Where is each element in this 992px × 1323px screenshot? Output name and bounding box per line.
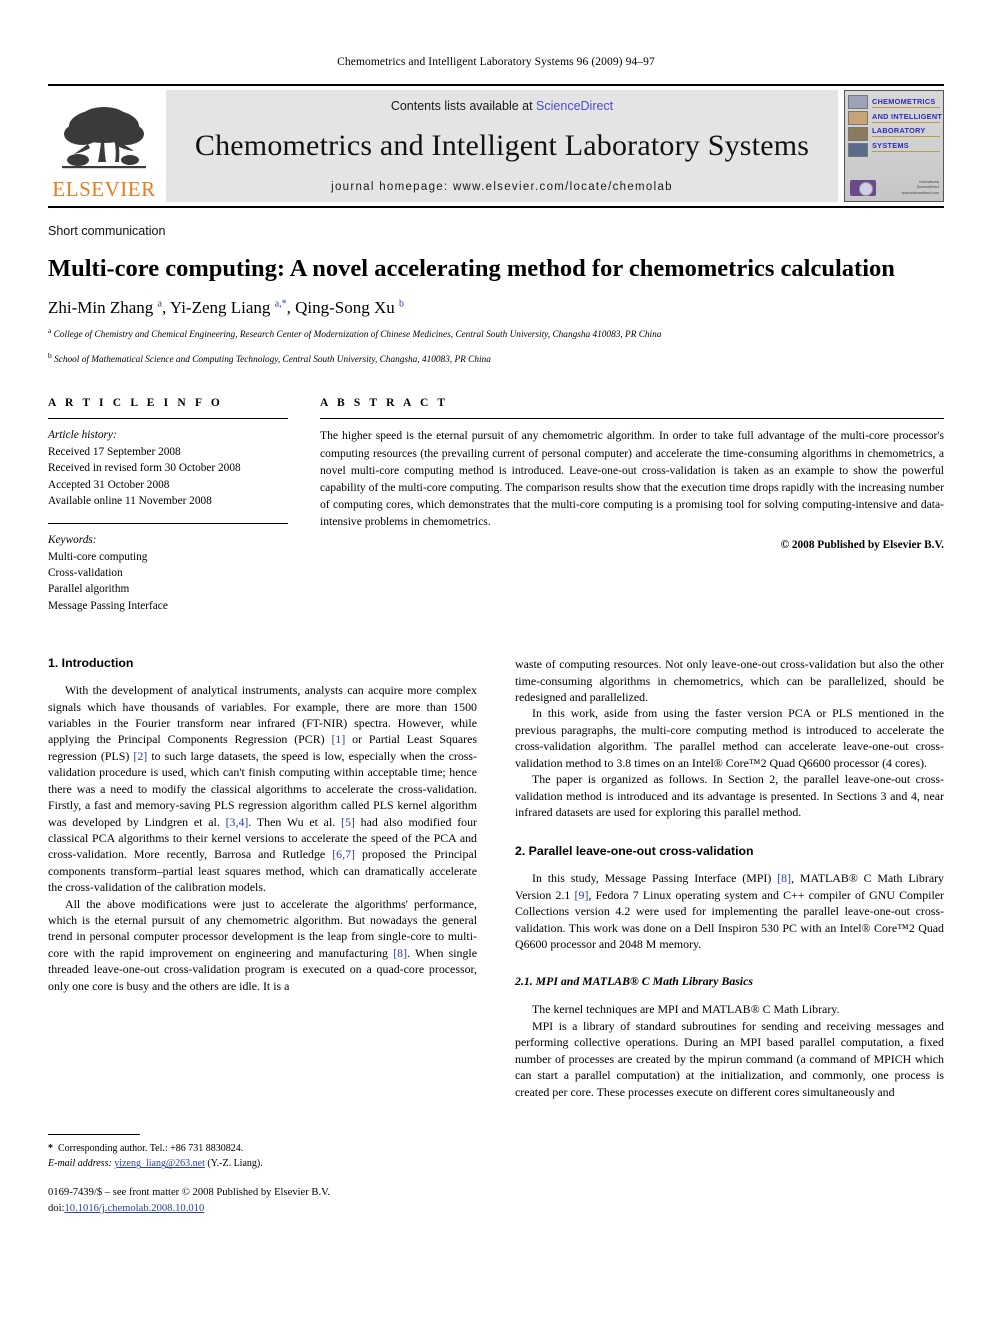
- history-revised: Received in revised form 30 October 2008: [48, 462, 241, 475]
- cover-image-strip: [848, 95, 870, 157]
- cover-title-lines: CHEMOMETRICS AND INTELLIGENT LABORATORY …: [872, 97, 943, 155]
- footnote-rule: [48, 1134, 140, 1136]
- abstract-body-wrap: The higher speed is the eternal pursuit …: [320, 418, 944, 551]
- history-received: Received 17 September 2008: [48, 445, 181, 458]
- body-columns: 1. Introduction With the development of …: [48, 656, 944, 1216]
- page-title: Multi-core computing: A novel accelerati…: [48, 255, 895, 282]
- body-column-right: waste of computing resources. Not only l…: [515, 656, 944, 1216]
- abstract-heading: A B S T R A C T: [320, 397, 449, 410]
- paragraph-intro-1: With the development of analytical instr…: [48, 683, 478, 895]
- cover-line-1: CHEMOMETRICS: [872, 97, 940, 108]
- paragraph-right-1: waste of computing resources. Not only l…: [515, 657, 944, 704]
- front-matter-text: 0169-7439/$ – see front matter © 2008 Pu…: [48, 1187, 331, 1199]
- section-1-heading: 1. Introduction: [48, 656, 134, 671]
- elsevier-tree-icon: [62, 107, 146, 169]
- section-2-1-heading: 2.1. MPI and MATLAB® C Math Library Basi…: [515, 974, 753, 989]
- doi-line: doi:10.1016/j.chemolab.2008.10.010: [48, 1201, 477, 1216]
- affiliation-a: a College of Chemistry and Chemical Engi…: [48, 326, 662, 341]
- cover-line-3: LABORATORY: [872, 126, 940, 137]
- keywords-label: Keywords:: [48, 534, 97, 547]
- article-history-block: Article history: Received 17 September 2…: [48, 418, 288, 509]
- keyword-4: Message Passing Interface: [48, 599, 168, 612]
- abstract-text: The higher speed is the eternal pursuit …: [320, 429, 944, 529]
- email-suffix: (Y.-Z. Liang).: [207, 1158, 263, 1170]
- keyword-2: Cross-validation: [48, 567, 123, 580]
- email-label: E-mail address:: [48, 1158, 112, 1170]
- journal-band: Contents lists available at ScienceDirec…: [166, 90, 838, 202]
- issn-line: 0169-7439/$ – see front matter © 2008 Pu…: [48, 1185, 477, 1216]
- affiliation-b: b School of Mathematical Science and Com…: [48, 350, 491, 365]
- contents-available-line: Contents lists available at ScienceDirec…: [391, 99, 613, 113]
- paragraph-right-5: The kernel techniques are MPI and MATLAB…: [532, 1002, 840, 1017]
- body-column-left: 1. Introduction With the development of …: [48, 656, 477, 1216]
- email-note: E-mail address: yizeng_liang@263.net (Y.…: [48, 1156, 477, 1171]
- cover-disc-icon: [850, 180, 876, 196]
- cover-line-4: SYSTEMS: [872, 141, 940, 152]
- article-info-column: A R T I C L E I N F O Article history: R…: [48, 397, 288, 614]
- article-info-heading: A R T I C L E I N F O: [48, 397, 223, 410]
- sciencedirect-link[interactable]: ScienceDirect: [536, 99, 613, 113]
- journal-homepage[interactable]: journal homepage: www.elsevier.com/locat…: [331, 181, 673, 193]
- paragraph-intro-2: All the above modifications were just to…: [48, 896, 478, 993]
- keyword-3: Parallel algorithm: [48, 583, 130, 596]
- cover-footer-3: www.sciencedirect.com: [901, 190, 939, 195]
- history-accepted: Accepted 31 October 2008: [48, 478, 170, 491]
- doi-label: doi:: [48, 1202, 65, 1214]
- cover-line-2: AND INTELLIGENT: [872, 111, 943, 123]
- elsevier-logo: ELSEVIER: [48, 90, 160, 202]
- keywords-block: Keywords: Multi-core computing Cross-val…: [48, 523, 288, 614]
- article-page: Chemometrics and Intelligent Laboratory …: [0, 0, 992, 1323]
- article-history-label: Article history:: [48, 429, 117, 442]
- abstract-copyright: © 2008 Published by Elsevier B.V.: [780, 539, 944, 552]
- cover-footer-text: International ScienceDirect www.scienced…: [902, 180, 939, 196]
- journal-cover-thumbnail[interactable]: CHEMOMETRICS AND INTELLIGENT LABORATORY …: [844, 90, 944, 202]
- affiliation-b-text: School of Mathematical Science and Compu…: [54, 354, 491, 365]
- contents-prefix: Contents lists available at: [390, 99, 537, 113]
- history-online: Available online 11 November 2008: [48, 494, 212, 507]
- elsevier-wordmark: ELSEVIER: [52, 177, 156, 201]
- info-abstract-block: A R T I C L E I N F O Article history: R…: [48, 397, 944, 614]
- journal-masthead: ELSEVIER Contents lists available at Sci…: [48, 84, 944, 208]
- author-list: Zhi-Min Zhang a, Yi-Zeng Liang a,*, Qing…: [48, 298, 405, 318]
- running-head: Chemometrics and Intelligent Laboratory …: [337, 56, 655, 68]
- section-2-heading: 2. Parallel leave-one-out cross-validati…: [515, 844, 754, 859]
- paragraph-right-6: MPI is a library of standard subroutines…: [515, 1018, 944, 1099]
- abstract-column: A B S T R A C T The higher speed is the …: [320, 397, 944, 614]
- paragraph-right-3: The paper is organized as follows. In Se…: [515, 772, 944, 819]
- document-type: Short communication: [48, 224, 166, 238]
- keyword-1: Multi-core computing: [48, 550, 148, 563]
- journal-title: Chemometrics and Intelligent Laboratory …: [194, 129, 810, 162]
- corresponding-author-note: * Corresponding author. Tel.: +86 731 88…: [48, 1143, 244, 1155]
- footnote-area: * Corresponding author. Tel.: +86 731 88…: [48, 1134, 477, 1216]
- email-link[interactable]: yizeng_liang@263.net: [114, 1158, 205, 1169]
- doi-link[interactable]: 10.1016/j.chemolab.2008.10.010: [64, 1203, 204, 1214]
- affiliation-a-text: College of Chemistry and Chemical Engine…: [53, 330, 662, 341]
- paragraph-right-4: In this study, Message Passing Interface…: [515, 871, 945, 952]
- paragraph-right-2: In this work, aside from using the faste…: [515, 706, 944, 770]
